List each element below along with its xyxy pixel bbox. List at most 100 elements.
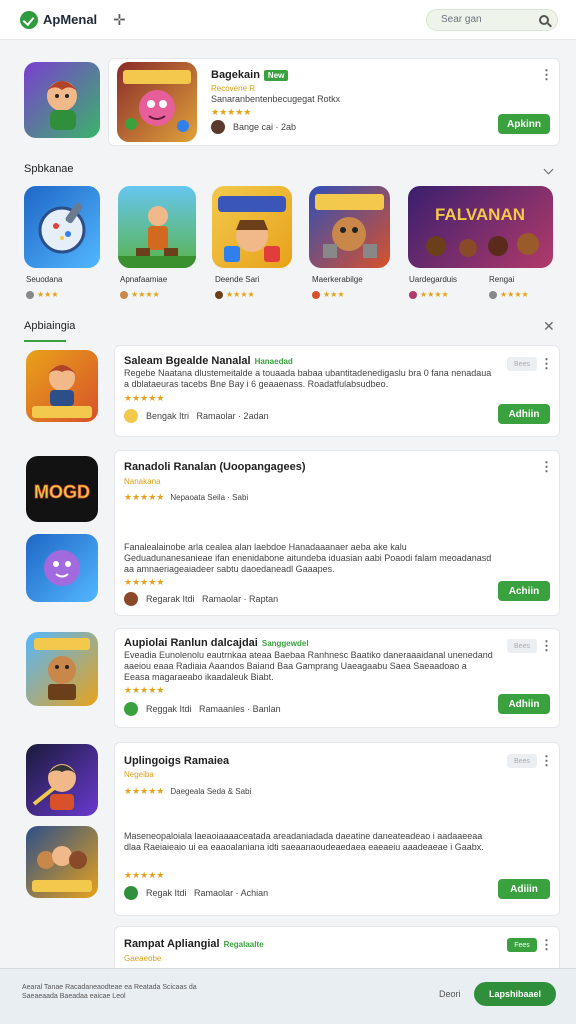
app-icon-2a[interactable]: MOGD xyxy=(26,456,98,522)
add-icon[interactable]: ✛ xyxy=(113,11,126,29)
featured-app-icon-2[interactable] xyxy=(117,62,197,142)
chevron-down-icon[interactable] xyxy=(543,164,554,175)
app-install-button-4[interactable]: Adiiin xyxy=(498,879,550,899)
app-icon-4a[interactable] xyxy=(26,744,98,816)
app-title-text-5: Rampat Apliangial xyxy=(124,938,220,950)
app-badge-3: Bees xyxy=(507,639,537,653)
app-install-button-1[interactable]: Adhiin xyxy=(498,404,550,424)
app-tag-1: Hanaedad xyxy=(254,357,293,366)
search-placeholder: Sear gan xyxy=(441,14,482,25)
svg-text:MOGD: MOGD xyxy=(34,482,90,502)
tile-label-3: Deende Sari xyxy=(215,275,260,284)
top-bar: ApMenal ✛ Sear gan xyxy=(0,0,576,40)
tile-rating-stars-6: ★★★★ xyxy=(500,290,529,299)
tile-label-6: Rengai xyxy=(489,275,515,284)
app-subtitle-4: Negeiba xyxy=(124,770,154,779)
tile-icon-1[interactable] xyxy=(24,186,100,268)
featured-title[interactable]: Bagekain New xyxy=(211,69,289,81)
app-more-icon-5[interactable]: ⋮ xyxy=(540,938,553,951)
tile-rating-1: ★★★ xyxy=(26,290,59,299)
app-title-text-1: Saleam Bgealde Nanalal xyxy=(124,355,251,367)
tile-icon-4[interactable] xyxy=(309,186,390,268)
app-title-3[interactable]: Aupiolai Ranlun dalcajdai Sanggewdel xyxy=(124,637,309,649)
app-name: ApMenal xyxy=(43,12,98,27)
tile-rating-2: ★★★★ xyxy=(120,290,160,299)
app-stars-4b: ★★★★★ xyxy=(124,870,165,880)
footer-text: Aearal Tanae Racadaneaodteae ea Reatada … xyxy=(22,984,197,1000)
app-badge-1: Bees xyxy=(507,357,537,371)
section-apps-underline xyxy=(24,340,66,342)
section-apps-title[interactable]: Apbiaingia xyxy=(24,320,75,332)
tile-rating-3: ★★★★ xyxy=(215,290,255,299)
avatar xyxy=(124,409,138,423)
app-stars-4-value: ★★★★★ xyxy=(124,786,165,796)
app-title-text-3: Aupiolai Ranlun dalcajdai xyxy=(124,637,258,649)
app-description-3: Eveadia Eunolenolu eautrnkaa ateaa Baeba… xyxy=(124,650,493,682)
search-input[interactable]: Sear gan xyxy=(426,8,558,31)
app-meta-b-3: Ramaanles · Banlan xyxy=(199,704,281,714)
tile-rating-stars-2: ★★★★ xyxy=(131,290,160,299)
tile-rating-5: ★★★★ xyxy=(409,290,449,299)
app-stars-4: ★★★★★ Daegeala Seda & Sabi xyxy=(124,786,251,797)
app-subtitle-5: Gaeaeobe xyxy=(124,954,162,963)
featured-new-badge: New xyxy=(263,70,289,81)
app-meta-b-4: Ramaolar · Achian xyxy=(194,888,269,898)
app-more-icon-4[interactable]: ⋮ xyxy=(540,754,553,767)
featured-meta: Bange cai · 2ab xyxy=(211,120,296,134)
section-popular-title: Spbkanae xyxy=(24,163,74,175)
app-tag-3: Sanggewdel xyxy=(261,639,309,648)
tile-label-4: Maerkerabilge xyxy=(312,275,363,284)
tile-rating-stars-3: ★★★★ xyxy=(226,290,255,299)
app-description-2: Fanalealainobe arla cealea alan laebdoe … xyxy=(124,542,492,574)
app-icon-1[interactable] xyxy=(26,350,98,422)
app-more-icon-1[interactable]: ⋮ xyxy=(540,357,553,370)
avatar xyxy=(211,120,225,134)
featured-app-icon-1[interactable] xyxy=(24,62,100,138)
app-meta-top-2: Nepaoata Seila · Sabi xyxy=(170,493,249,502)
tile-rating-6: ★★★★ xyxy=(489,290,529,299)
search-icon[interactable] xyxy=(539,14,549,25)
tile-icon-2[interactable] xyxy=(118,186,196,268)
featured-stars: ★★★★★ xyxy=(211,107,252,117)
app-meta-a-4: Regak Itdi xyxy=(146,888,187,898)
app-icon-3[interactable] xyxy=(26,632,98,706)
app-icon-2b[interactable] xyxy=(26,534,98,602)
tile-icon-3[interactable] xyxy=(212,186,292,268)
app-meta-3: Reggak Itdi Ramaanles · Banlan xyxy=(124,702,281,716)
close-icon[interactable]: ✕ xyxy=(543,318,555,335)
avatar xyxy=(124,702,138,716)
app-description-4: Maseneopaloiala laeaoiaaaaceatada areada… xyxy=(124,831,484,852)
featured-more-icon[interactable]: ⋮ xyxy=(540,68,553,81)
app-meta-a-1: Bengak Itri xyxy=(146,411,190,421)
app-meta-4: Regak Itdi Ramaolar · Achian xyxy=(124,886,268,900)
app-install-button-2[interactable]: Achiin xyxy=(498,581,550,601)
footer-cta-button[interactable]: Lapshibaael xyxy=(474,982,556,1006)
app-more-icon-2[interactable]: ⋮ xyxy=(540,460,553,473)
app-stars-2-value: ★★★★★ xyxy=(124,492,165,502)
app-title-4[interactable]: Uplingoigs Ramaiea xyxy=(124,755,229,767)
footer-dest-link[interactable]: Deori xyxy=(439,989,461,999)
app-meta-a-2: Regarak Itdi xyxy=(146,594,195,604)
app-tag-5: Regalaalte xyxy=(223,940,264,949)
app-icon-4b[interactable] xyxy=(26,826,98,898)
app-install-button-3[interactable]: Adhiin xyxy=(498,694,550,714)
tile-banner[interactable]: FALVANAN xyxy=(408,186,553,268)
app-more-icon-3[interactable]: ⋮ xyxy=(540,639,553,652)
tile-rating-stars-1: ★★★ xyxy=(37,290,59,299)
app-stars-2b: ★★★★★ xyxy=(124,577,165,587)
featured-description: Sanaranbentenbecugegat Rotkx xyxy=(211,94,341,104)
logo-icon[interactable] xyxy=(20,10,38,29)
tile-label-5: Uardegarduis xyxy=(409,275,458,284)
app-meta-top-4: Daegeala Seda & Sabi xyxy=(170,787,252,796)
featured-install-button[interactable]: Apkinn xyxy=(498,114,550,134)
banner-title: FALVANAN xyxy=(435,205,525,224)
featured-meta-text: Bange cai · 2ab xyxy=(233,122,297,132)
app-title-5[interactable]: Rampat Apliangial Regalaalte xyxy=(124,938,264,950)
app-title-1[interactable]: Saleam Bgealde Nanalal Hanaedad xyxy=(124,355,293,367)
app-stars-3: ★★★★★ xyxy=(124,685,165,695)
tile-rating-stars-4: ★★★ xyxy=(323,290,345,299)
app-title-2[interactable]: Ranadoli Ranalan (Uoopangagees) xyxy=(124,461,306,473)
app-badge-5: Fees xyxy=(507,938,537,952)
featured-title-text: Bagekain xyxy=(211,69,260,81)
featured-subtitle: Recovene R xyxy=(211,84,256,93)
